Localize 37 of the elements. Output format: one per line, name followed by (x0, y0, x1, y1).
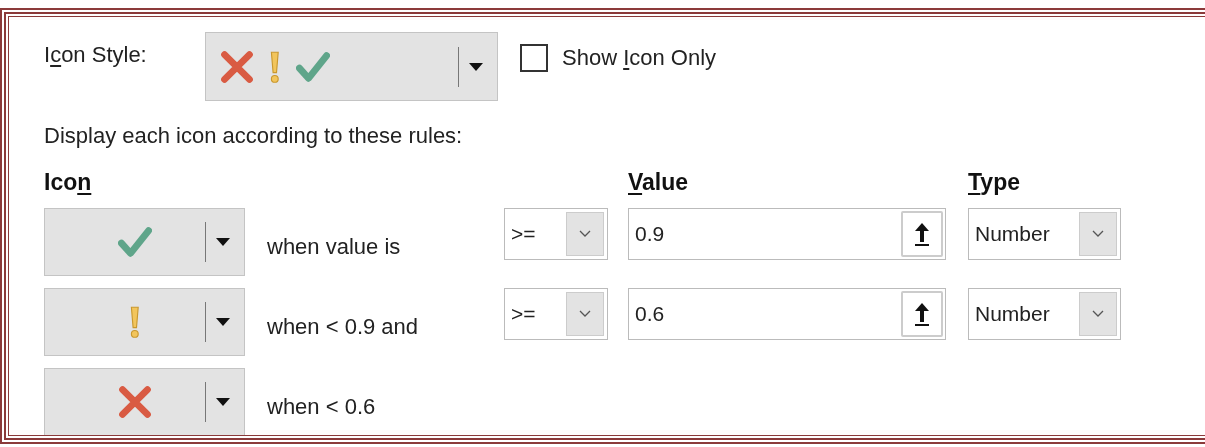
chevron-icon (579, 310, 591, 318)
operator-dropdown[interactable]: >= (504, 208, 608, 260)
cell-reference-button[interactable] (901, 211, 943, 257)
type-column-header: Type (968, 169, 1021, 196)
instruction-text: Display each icon according to these rules: (44, 123, 464, 149)
chevron-icon (579, 230, 591, 238)
operator-dropdown[interactable]: >= (504, 288, 608, 340)
condition-text: when < 0.9 and (266, 313, 420, 340)
chevron-icon (1092, 310, 1104, 318)
caret-icon (469, 62, 483, 71)
caret-icon (216, 398, 230, 406)
up-arrow-icon (913, 221, 931, 247)
condition-text: when < 0.6 (266, 393, 377, 420)
exclamation-icon (128, 305, 142, 339)
up-arrow-icon (913, 301, 931, 327)
value-column-header: Value (628, 169, 690, 196)
icon-dropdown[interactable] (44, 368, 245, 436)
checkbox[interactable] (520, 44, 548, 72)
check-icon (295, 49, 330, 84)
icon-dropdown[interactable] (44, 208, 245, 276)
chevron-icon (1092, 230, 1104, 238)
type-dropdown[interactable]: Number (968, 208, 1121, 260)
exclamation-icon (268, 49, 282, 84)
show-icon-only-checkbox[interactable]: Show Icon Only (520, 44, 717, 72)
cell-reference-button[interactable] (901, 291, 943, 337)
caret-icon (216, 238, 230, 246)
condition-text: when value is (266, 233, 402, 260)
icon-column-header: Icon (44, 169, 93, 196)
type-dropdown[interactable]: Number (968, 288, 1121, 340)
caret-icon (216, 318, 230, 326)
value-field[interactable]: 0.9 (628, 208, 946, 260)
cross-icon (118, 385, 152, 419)
value-field[interactable]: 0.6 (628, 288, 946, 340)
cross-icon (220, 49, 254, 84)
icon-style-dropdown[interactable] (205, 32, 498, 101)
check-icon (118, 225, 152, 259)
icon-style-label: Icon Style: (44, 41, 148, 68)
